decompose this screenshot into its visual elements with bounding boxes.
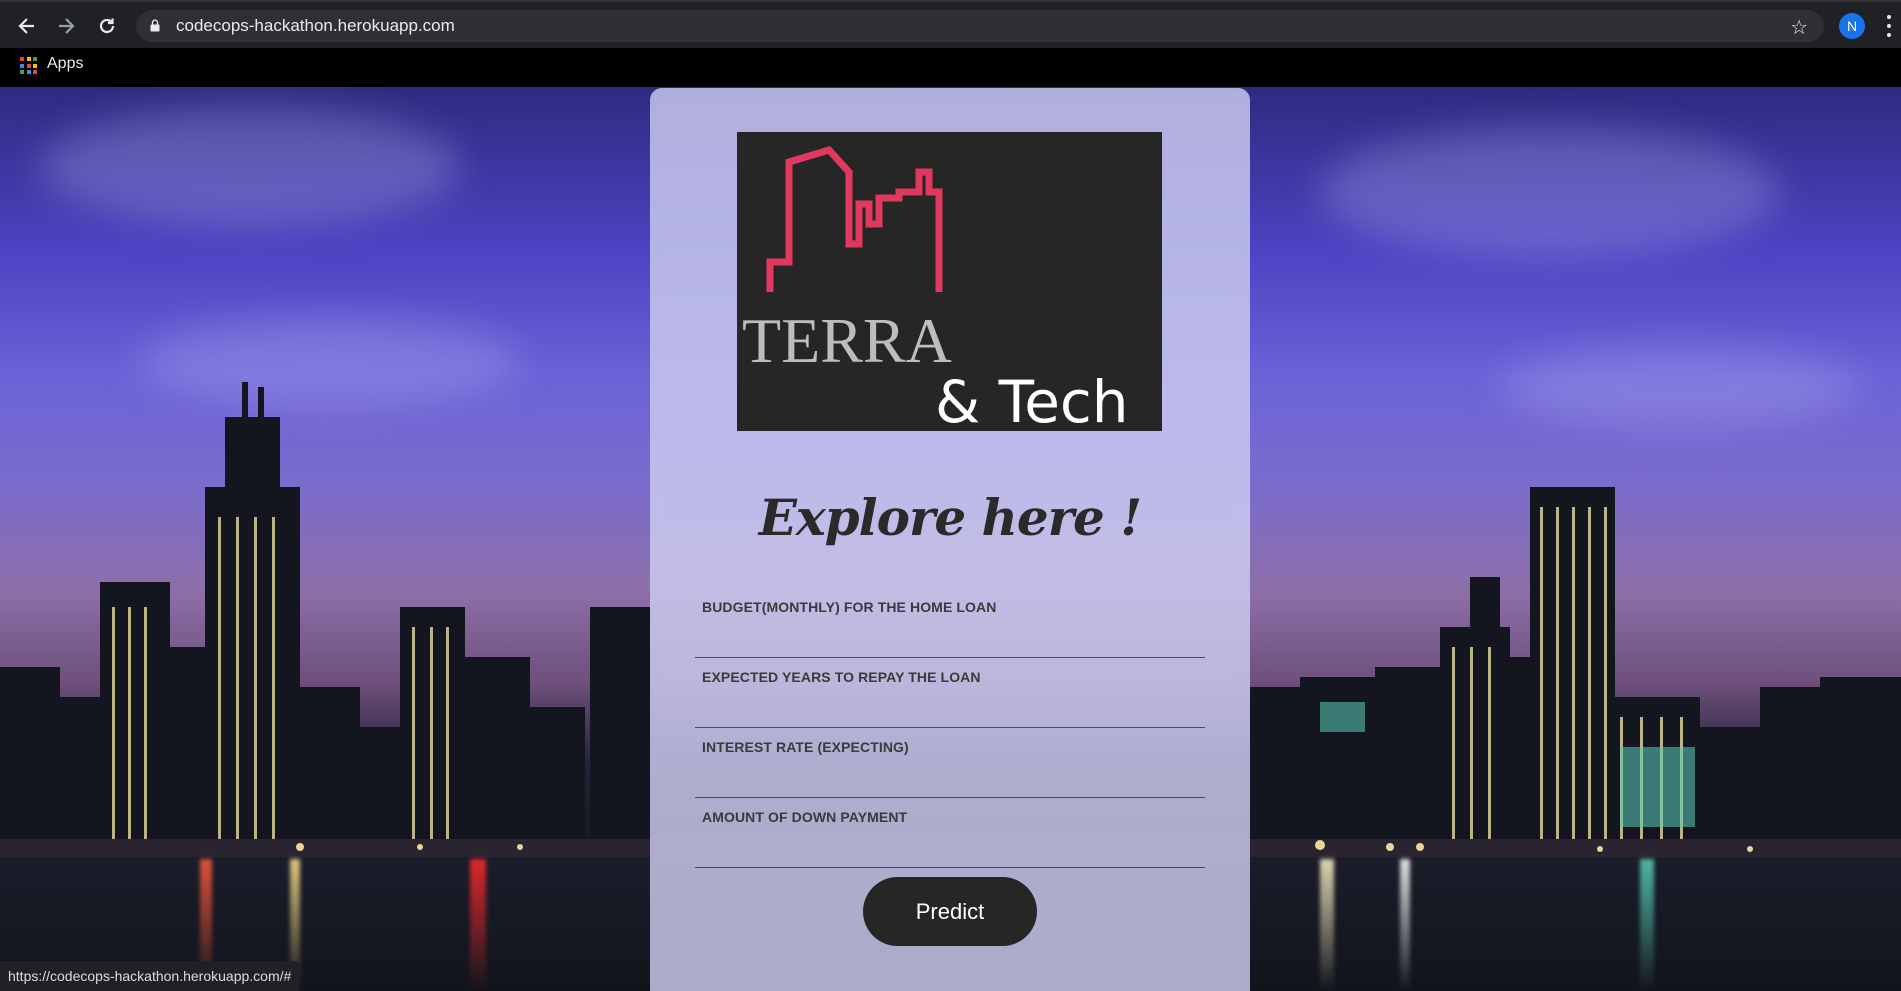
logo-graphic: TERRA & Tech [742,146,1129,436]
link-status-bubble: https://codecops-hackathon.herokuapp.com… [0,961,300,991]
years-label: EXPECTED YEARS TO REPAY THE LOAN [702,669,981,685]
logo-text-tech: & Tech [935,368,1129,431]
apps-bookmark[interactable]: Apps [47,55,83,73]
lock-icon [150,19,160,32]
interest-rate-input[interactable] [702,763,1202,793]
bookmarks-bar: Apps [0,48,1901,87]
light-reflection [1400,859,1410,991]
terra-tech-logo: TERRA & Tech [737,132,1162,436]
profile-avatar[interactable]: N [1839,13,1865,39]
apps-grid-icon[interactable] [20,57,37,74]
budget-field[interactable]: BUDGET(MONTHLY) FOR THE HOME LOAN [695,589,1205,658]
years-field[interactable]: EXPECTED YEARS TO REPAY THE LOAN [695,659,1205,728]
light-reflection [470,859,486,991]
down-payment-input[interactable] [702,833,1202,863]
budget-label: BUDGET(MONTHLY) FOR THE HOME LOAN [702,599,997,615]
years-input[interactable] [702,693,1202,723]
logo-text-terra: TERRA [742,305,952,376]
predict-button[interactable]: Predict [863,877,1037,946]
interest-rate-label: INTEREST RATE (EXPECTING) [702,739,909,755]
form-card: TERRA & Tech Explore here ! BUDGET(MONTH… [650,88,1250,991]
light-reflection [1320,859,1334,991]
interest-rate-field[interactable]: INTEREST RATE (EXPECTING) [695,729,1205,798]
address-bar[interactable]: codecops-hackathon.herokuapp.com ☆ [136,10,1824,42]
down-payment-field[interactable]: AMOUNT OF DOWN PAYMENT [695,799,1205,868]
star-icon[interactable]: ☆ [1790,15,1808,40]
url-text[interactable]: codecops-hackathon.herokuapp.com [176,16,455,36]
reload-icon[interactable] [92,11,122,41]
forward-arrow-icon[interactable] [51,11,81,41]
light-reflection [1640,859,1654,991]
down-payment-label: AMOUNT OF DOWN PAYMENT [702,809,908,825]
menu-dots-icon[interactable] [1886,15,1892,37]
budget-input[interactable] [702,623,1202,653]
page-viewport: TERRA & Tech Explore here ! BUDGET(MONTH… [0,87,1901,991]
explore-title: Explore here ! [758,488,1142,547]
back-arrow-icon[interactable] [12,11,42,41]
browser-toolbar: codecops-hackathon.herokuapp.com ☆ N [0,0,1901,48]
